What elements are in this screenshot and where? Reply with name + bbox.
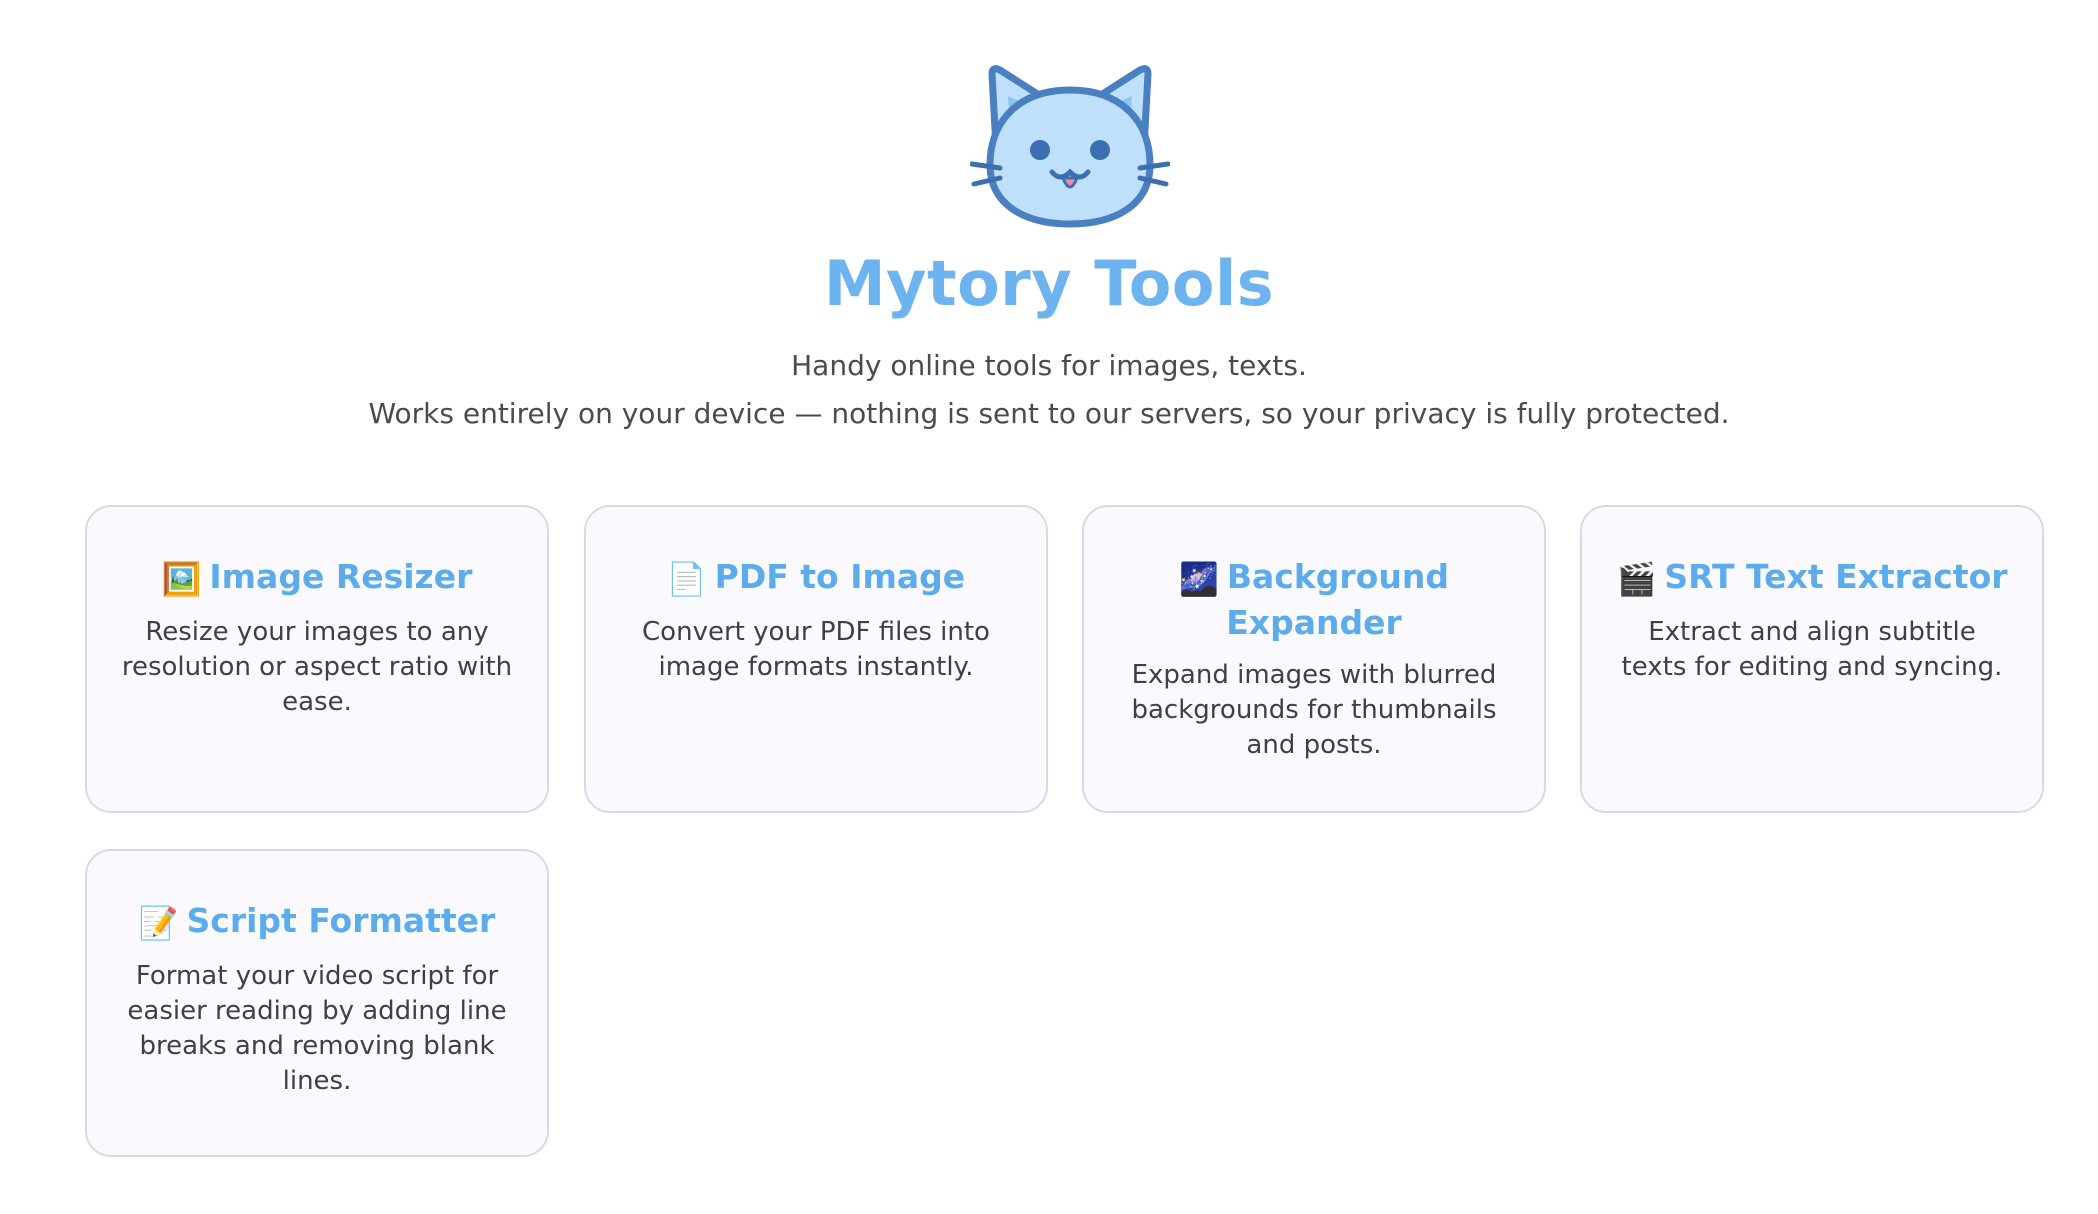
tool-card-title-text[interactable]: Image Resizer [209,557,472,596]
tool-card-pdf-to-image[interactable]: 📄 PDF to Image Convert your PDF files int… [584,505,1048,813]
tool-card-description: Format your video script for easier read… [127,961,507,1096]
tool-card-title-text[interactable]: PDF to Image [715,557,965,596]
tool-card-description: Convert your PDF files into image format… [642,617,990,682]
cat-face-icon [970,65,1170,228]
tool-card-title[interactable]: 🌌 Background Expander [1118,555,1510,644]
tool-card-background-expander[interactable]: 🌌 Background Expander Expand images with … [1082,505,1546,813]
tool-card-title-text[interactable]: Script Formatter [187,901,496,940]
tool-card-srt-text-extractor[interactable]: 🎬 SRT Text Extractor Extract and align su… [1580,505,2044,813]
tool-card-title-text[interactable]: SRT Text Extractor [1664,557,2007,596]
tagline-line-1: Handy online tools for images, texts. [791,349,1307,382]
tool-card-description: Expand images with blurred backgrounds f… [1131,660,1497,760]
tool-card-title[interactable]: 🖼️ Image Resizer [121,555,513,601]
tool-card-title[interactable]: 🎬 SRT Text Extractor [1616,555,2008,601]
tool-card-title[interactable]: 📄 PDF to Image [620,555,1012,601]
page: Mytory Tools Handy online tools for imag… [0,0,2098,1214]
tagline-line-2: Works entirely on your device — nothing … [368,397,1730,430]
clapper-board-icon: 🎬 [1616,560,1657,598]
memo-icon: 📝 [138,904,179,942]
tool-card-image-resizer[interactable]: 🖼️ Image Resizer Resize your images to an… [85,505,549,813]
tool-card-script-formatter[interactable]: 📝 Script Formatter Format your video scri… [85,849,549,1157]
tool-card-description: Resize your images to any resolution or … [121,617,513,717]
milky-way-icon: 🌌 [1179,560,1219,598]
framed-picture-icon: 🖼️ [161,560,202,598]
site-title: Mytory Tools [823,247,1275,320]
tool-card-title-text[interactable]: Background Expander [1226,557,1449,642]
tool-card-description: Extract and align subtitle texts for edi… [1621,617,2003,682]
tool-card-title[interactable]: 📝 Script Formatter [121,899,513,945]
page-facing-up-icon: 📄 [666,560,707,598]
